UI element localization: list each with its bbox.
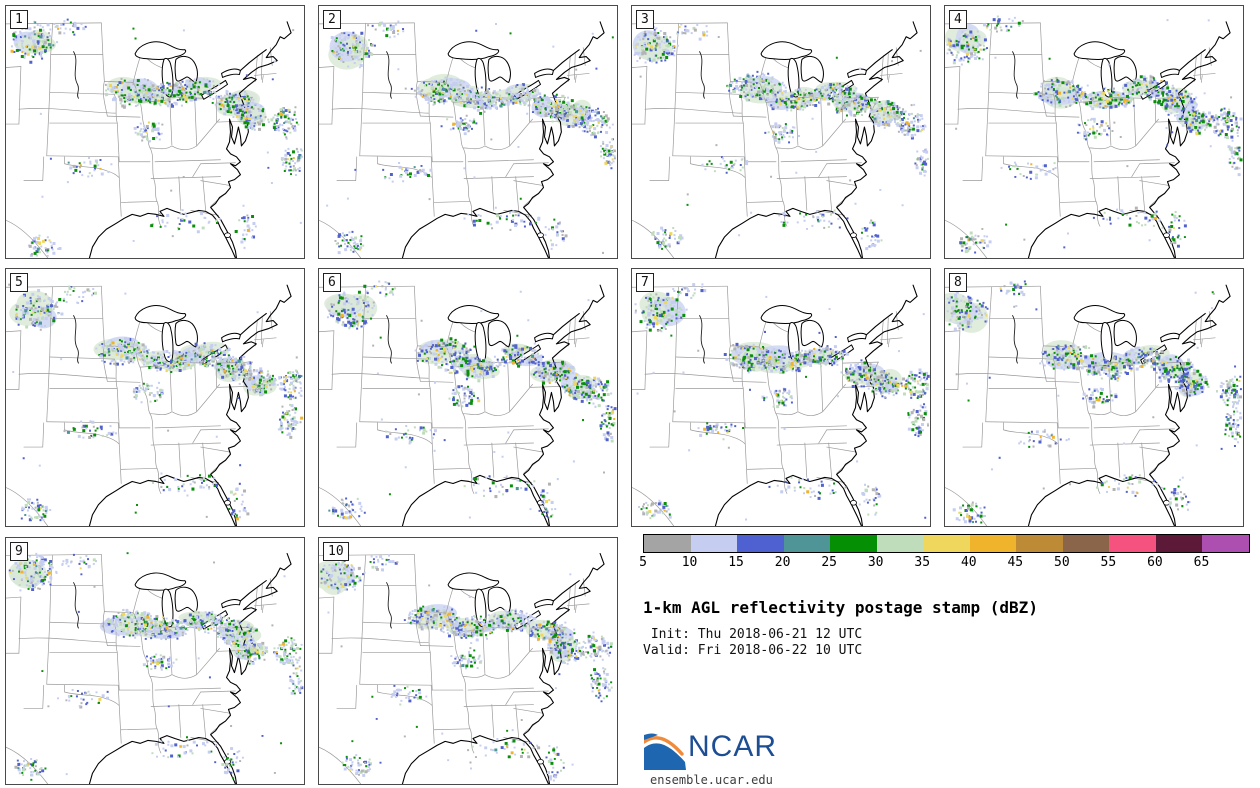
member-number-label: 5 (10, 273, 28, 292)
map-panel-member-9: 9 (5, 537, 305, 785)
map-panel-member-3: 3 (631, 5, 931, 259)
colorbar-tick-label: 50 (1054, 555, 1070, 570)
colorbar-segment (1062, 535, 1110, 552)
colorbar-segment (830, 535, 877, 552)
colorbar-segment (1202, 535, 1249, 552)
valid-time-label: Valid: Fri 2018-06-22 10 UTC (643, 643, 863, 658)
map-panel-member-5: 5 (5, 268, 305, 527)
member-number-label: 3 (636, 10, 654, 29)
reflectivity-postage-stamp-figure: 1 2 3 4 5 6 7 8 9 10 5 10 15 20 25 30 35… (0, 0, 1260, 788)
colorbar-segment (1016, 535, 1063, 552)
reflectivity-map (319, 552, 613, 784)
reflectivity-map (319, 20, 616, 258)
colorbar-segment (737, 535, 784, 552)
colorbar-segment (783, 535, 831, 552)
colorbar-tick-label: 60 (1147, 555, 1163, 570)
colorbar-segment (1109, 535, 1156, 552)
reflectivity-map (945, 280, 1243, 526)
member-number-label: 2 (323, 10, 341, 29)
colorbar-tick-label: 20 (774, 555, 791, 570)
ensemble-site-url: ensemble.ucar.edu (650, 773, 773, 787)
colorbar-segment (923, 535, 970, 552)
colorbar-tick-label: 15 (728, 555, 744, 570)
colorbar-tick-label: 10 (681, 555, 698, 570)
reflectivity-map (632, 21, 929, 258)
figure-title: 1-km AGL reflectivity postage stamp (dBZ… (643, 598, 1038, 617)
member-number-label: 10 (323, 542, 349, 561)
colorbar-tick-label: 40 (960, 555, 977, 570)
reflectivity-map (632, 283, 930, 526)
map-panel-member-2: 2 (318, 5, 618, 259)
map-panel-member-8: 8 (944, 268, 1244, 527)
colorbar-tick-label: 35 (914, 555, 931, 570)
reflectivity-map (945, 15, 1243, 258)
reflectivity-map (6, 283, 304, 526)
colorbar-tick-labels: 5 10 15 20 25 30 35 40 45 50 55 60 65 (639, 555, 1248, 571)
member-number-label: 4 (949, 10, 967, 29)
reflectivity-map (6, 18, 304, 258)
member-number-label: 7 (636, 273, 654, 292)
map-panel-member-7: 7 (631, 268, 931, 527)
colorbar-segment (690, 535, 738, 552)
colorbar-segment (1155, 535, 1203, 552)
colorbar-tick-label: 5 (639, 555, 647, 570)
member-number-label: 8 (949, 273, 967, 292)
ncar-logo-text: NCAR (688, 730, 778, 763)
reflectivity-map (6, 552, 304, 784)
colorbar-segment (644, 535, 691, 552)
reflectivity-colorbar (643, 534, 1250, 553)
map-panel-member-1: 1 (5, 5, 305, 259)
map-panel-member-4: 4 (944, 5, 1244, 259)
member-number-label: 6 (323, 273, 341, 292)
member-number-label: 1 (10, 10, 28, 29)
colorbar-tick-label: 55 (1100, 555, 1117, 570)
map-panel-member-10: 10 (318, 537, 618, 785)
colorbar-tick-label: 45 (1007, 555, 1024, 570)
init-time-label: Init: Thu 2018-06-21 12 UTC (643, 627, 863, 642)
colorbar-segment (876, 535, 924, 552)
ncar-swoosh-icon (644, 733, 686, 770)
colorbar-segment (969, 535, 1017, 552)
reflectivity-map (319, 280, 617, 526)
colorbar-tick-label: 65 (1193, 555, 1210, 570)
colorbar-tick-label: 25 (821, 555, 837, 570)
colorbar-tick-label: 30 (867, 555, 884, 570)
member-number-label: 9 (10, 542, 28, 561)
map-panel-member-6: 6 (318, 268, 618, 527)
